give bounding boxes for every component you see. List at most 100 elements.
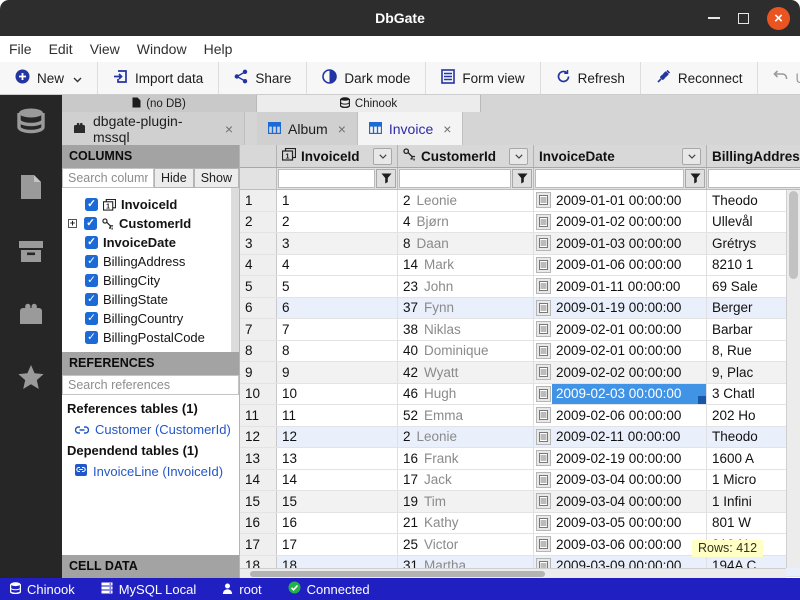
- filter-funnel-icon[interactable]: [685, 169, 705, 188]
- cell-invoiceid[interactable]: 11: [277, 405, 398, 426]
- cell-invoiceid[interactable]: 14: [277, 470, 398, 491]
- row-number[interactable]: 2: [240, 212, 277, 233]
- archive-icon[interactable]: [18, 239, 44, 269]
- cell-customerid[interactable]: 2Leonie: [398, 190, 534, 211]
- detail-grid-icon[interactable]: [536, 343, 551, 359]
- search-references-input[interactable]: [62, 375, 239, 395]
- status-database[interactable]: Chinook: [10, 582, 75, 597]
- cell-invoiceid[interactable]: 5: [277, 276, 398, 297]
- cell-invoiceid[interactable]: 15: [277, 491, 398, 512]
- filter-funnel-icon[interactable]: [512, 169, 532, 188]
- cell-invoicedate[interactable]: 2009-03-04 00:00:00: [534, 470, 707, 491]
- chevron-down-icon[interactable]: [682, 148, 701, 165]
- detail-grid-icon[interactable]: [536, 214, 551, 230]
- status-user[interactable]: root: [222, 582, 261, 597]
- row-number[interactable]: 15: [240, 491, 277, 512]
- columns-panel-header[interactable]: COLUMNS: [62, 145, 239, 168]
- detail-grid-icon[interactable]: [536, 278, 551, 294]
- cell-invoicedate[interactable]: 2009-03-05 00:00:00: [534, 513, 707, 534]
- status-connection[interactable]: MySQL Local: [101, 582, 197, 597]
- menu-file[interactable]: File: [9, 41, 32, 57]
- detail-grid-icon[interactable]: [536, 493, 551, 509]
- filter-invoiceid-input[interactable]: [278, 169, 375, 188]
- cell-invoicedate[interactable]: 2009-02-11 00:00:00: [534, 427, 707, 448]
- row-number[interactable]: 8: [240, 341, 277, 362]
- maximize-button[interactable]: [738, 13, 749, 24]
- filter-customerid-input[interactable]: [399, 169, 511, 188]
- chevron-down-icon[interactable]: [373, 148, 392, 165]
- column-header-invoiceid[interactable]: 1 InvoiceId: [277, 145, 398, 167]
- tab-album[interactable]: Album ×: [257, 112, 358, 145]
- detail-grid-icon[interactable]: [536, 235, 551, 251]
- cell-customerid[interactable]: 46Hugh: [398, 384, 534, 405]
- dark-mode-button[interactable]: Dark mode: [307, 62, 426, 94]
- detail-grid-icon[interactable]: [536, 321, 551, 337]
- column-header-invoicedate[interactable]: InvoiceDate: [534, 145, 707, 167]
- new-button[interactable]: New: [0, 62, 98, 94]
- minimize-button[interactable]: [708, 17, 720, 19]
- close-icon[interactable]: ×: [443, 121, 451, 137]
- cell-invoiceid[interactable]: 13: [277, 448, 398, 469]
- column-header-customerid[interactable]: CustomerId: [398, 145, 534, 167]
- tab-invoice[interactable]: Invoice ×: [358, 112, 464, 145]
- filter-funnel-icon[interactable]: [376, 169, 396, 188]
- detail-grid-icon[interactable]: [536, 192, 551, 208]
- row-number[interactable]: 1: [240, 190, 277, 211]
- tab-group-no-db[interactable]: (no DB): [62, 95, 257, 112]
- column-checkbox[interactable]: ✓: [85, 331, 98, 344]
- database-icon[interactable]: [17, 108, 45, 140]
- cell-invoicedate[interactable]: 2009-01-06 00:00:00: [534, 255, 707, 276]
- close-button[interactable]: ×: [767, 7, 790, 30]
- column-list-item[interactable]: + ✓ 1 CustomerId: [62, 214, 231, 233]
- column-list-item[interactable]: + ✓ 1 BillingPostalCode: [62, 328, 231, 347]
- row-number[interactable]: 4: [240, 255, 277, 276]
- cell-invoiceid[interactable]: 7: [277, 319, 398, 340]
- cell-invoicedate[interactable]: 2009-03-04 00:00:00: [534, 491, 707, 512]
- column-list-item[interactable]: + ✓ 1 BillingAddress: [62, 252, 231, 271]
- tab-group-chinook[interactable]: Chinook: [257, 95, 481, 112]
- row-number[interactable]: 5: [240, 276, 277, 297]
- column-list-item[interactable]: + ✓ 1 InvoiceDate: [62, 233, 231, 252]
- column-checkbox[interactable]: ✓: [85, 293, 98, 306]
- menu-edit[interactable]: Edit: [49, 41, 73, 57]
- column-checkbox[interactable]: ✓: [85, 255, 98, 268]
- column-list-item[interactable]: + ✓ 1 BillingCity: [62, 271, 231, 290]
- menu-window[interactable]: Window: [137, 41, 187, 57]
- cell-invoicedate[interactable]: 2009-01-02 00:00:00: [534, 212, 707, 233]
- cell-customerid[interactable]: 37Fynn: [398, 298, 534, 319]
- plugin-icon[interactable]: [18, 302, 44, 331]
- row-number[interactable]: 11: [240, 405, 277, 426]
- expander-icon[interactable]: +: [68, 219, 77, 228]
- cell-customerid[interactable]: 17Jack: [398, 470, 534, 491]
- detail-grid-icon[interactable]: [536, 257, 551, 273]
- detail-grid-icon[interactable]: [536, 450, 551, 466]
- cell-customerid[interactable]: 52Emma: [398, 405, 534, 426]
- cell-invoiceid[interactable]: 1: [277, 190, 398, 211]
- cell-invoicedate[interactable]: 2009-01-03 00:00:00: [534, 233, 707, 254]
- menu-help[interactable]: Help: [204, 41, 233, 57]
- cell-customerid[interactable]: 19Tim: [398, 491, 534, 512]
- row-number[interactable]: 6: [240, 298, 277, 319]
- import-data-button[interactable]: Import data: [98, 62, 219, 94]
- cell-customerid[interactable]: 21Kathy: [398, 513, 534, 534]
- cell-invoicedate[interactable]: 2009-02-02 00:00:00: [534, 362, 707, 383]
- row-number[interactable]: 10: [240, 384, 277, 405]
- cell-invoicedate[interactable]: 2009-02-06 00:00:00: [534, 405, 707, 426]
- detail-grid-icon[interactable]: [536, 300, 551, 316]
- cell-invoicedate[interactable]: 2009-02-19 00:00:00: [534, 448, 707, 469]
- close-icon[interactable]: ×: [338, 121, 346, 137]
- detail-grid-icon[interactable]: [536, 472, 551, 488]
- menu-view[interactable]: View: [90, 41, 120, 57]
- column-checkbox[interactable]: ✓: [85, 236, 98, 249]
- cell-customerid[interactable]: 40Dominique: [398, 341, 534, 362]
- cell-invoiceid[interactable]: 4: [277, 255, 398, 276]
- file-icon[interactable]: [19, 173, 43, 206]
- cell-invoicedate[interactable]: 2009-03-06 00:00:00: [534, 534, 707, 555]
- row-number[interactable]: 7: [240, 319, 277, 340]
- close-icon[interactable]: ×: [225, 121, 233, 137]
- form-view-button[interactable]: Form view: [426, 62, 540, 94]
- column-list-item[interactable]: + ✓ 1 InvoiceId: [62, 195, 231, 214]
- cell-invoiceid[interactable]: 3: [277, 233, 398, 254]
- row-number[interactable]: 3: [240, 233, 277, 254]
- hide-button[interactable]: Hide: [154, 168, 194, 188]
